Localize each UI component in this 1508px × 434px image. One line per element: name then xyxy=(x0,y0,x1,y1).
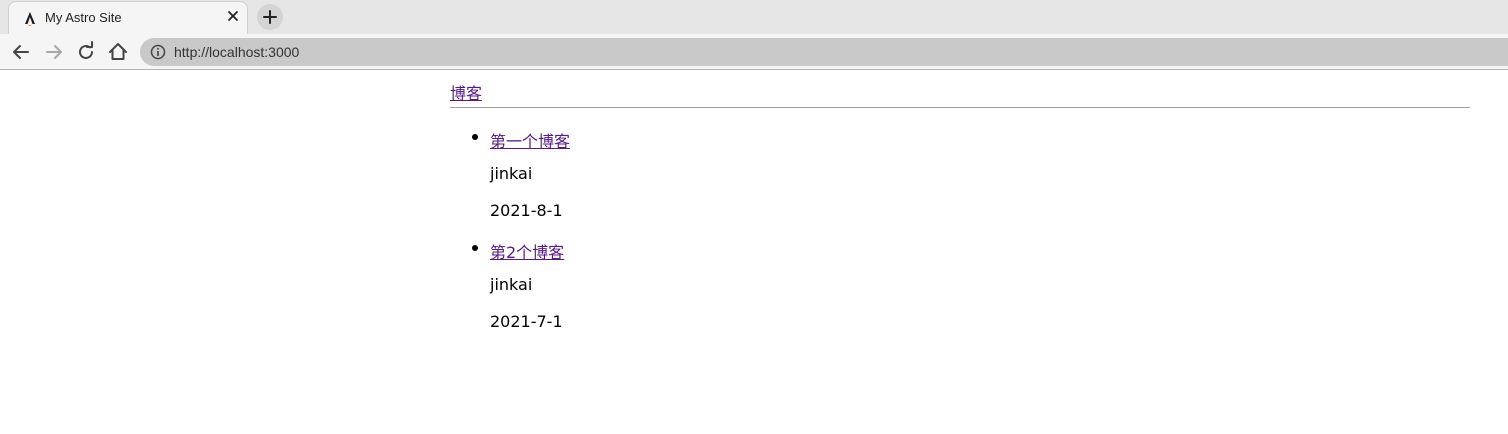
post-title-link[interactable]: 第2个博客 xyxy=(490,239,564,263)
post-list: 第一个博客 jinkai 2021-8-1 第2个博客 jinkai 2021-… xyxy=(450,126,1050,348)
new-tab-button[interactable] xyxy=(257,4,283,30)
post-date: 2021-7-1 xyxy=(490,312,563,331)
close-icon[interactable] xyxy=(223,6,243,26)
astro-logo-icon xyxy=(25,12,35,26)
list-item: 第一个博客 jinkai 2021-8-1 xyxy=(450,126,1050,237)
blog-nav-link[interactable]: 博客 xyxy=(450,80,482,104)
tab-strip: My Astro Site xyxy=(0,0,1508,35)
plus-icon xyxy=(263,10,277,24)
divider xyxy=(450,107,1470,108)
list-item: 第2个博客 jinkai 2021-7-1 xyxy=(450,237,1050,348)
reload-icon[interactable] xyxy=(74,40,98,64)
browser-tab[interactable]: My Astro Site xyxy=(8,1,248,35)
post-title-link[interactable]: 第一个博客 xyxy=(490,128,570,152)
arrow-left-icon[interactable] xyxy=(9,40,33,64)
post-date: 2021-8-1 xyxy=(490,201,563,220)
home-icon[interactable] xyxy=(106,40,130,64)
url-text[interactable]: http://localhost:3000 xyxy=(174,44,299,60)
tab-title: My Astro Site xyxy=(45,10,122,25)
bullet xyxy=(472,134,478,140)
arrow-right-icon[interactable] xyxy=(42,40,66,64)
info-icon[interactable] xyxy=(150,44,166,60)
post-author: jinkai xyxy=(490,164,533,183)
post-author: jinkai xyxy=(490,275,533,294)
page-content: 博客 第一个博客 jinkai 2021-8-1 第2个博客 jinkai 20… xyxy=(0,71,1508,434)
browser-toolbar: http://localhost:3000 xyxy=(0,34,1508,70)
address-bar[interactable]: http://localhost:3000 xyxy=(140,38,1508,66)
bullet xyxy=(472,245,478,251)
